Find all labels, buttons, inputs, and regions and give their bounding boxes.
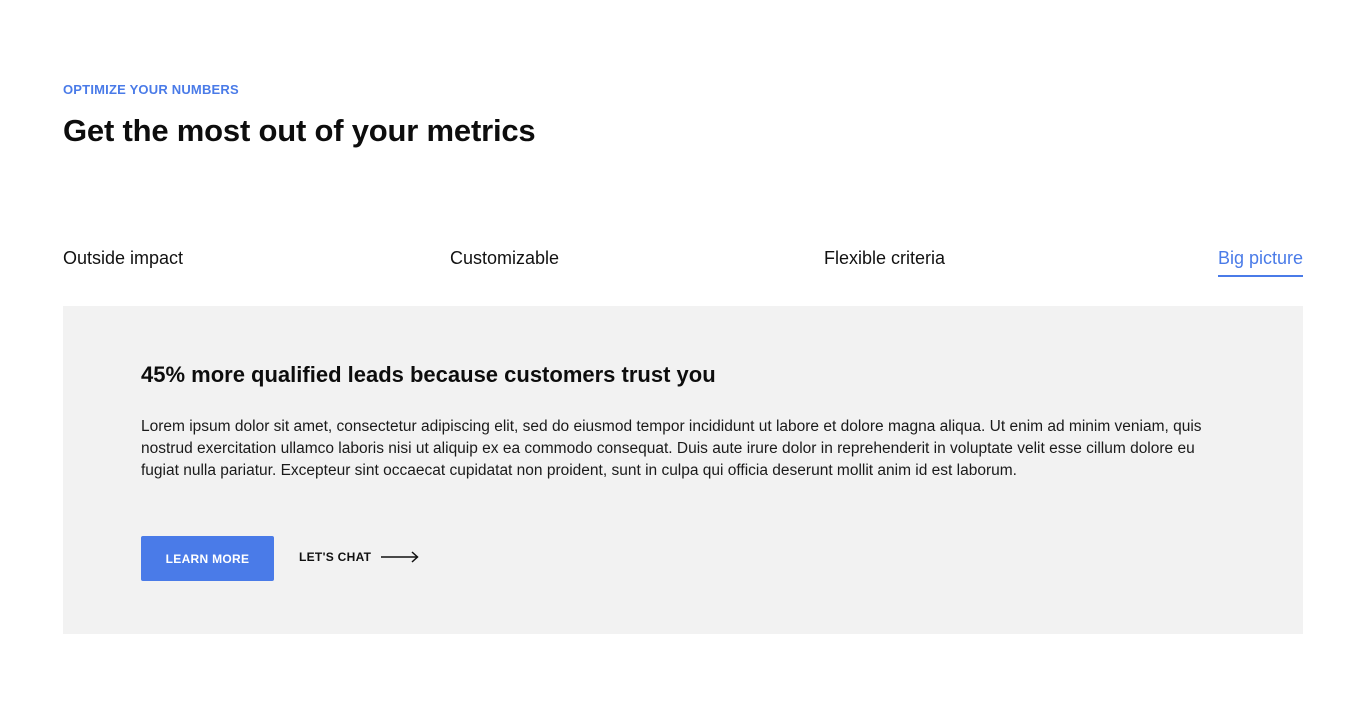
tab-big-picture[interactable]: Big picture [1217,248,1303,277]
feature-tabs: Outside impact Customizable Flexible cri… [63,248,1303,282]
lets-chat-link[interactable]: LET'S CHAT [299,550,419,564]
learn-more-button[interactable]: LEARN MORE [141,536,274,581]
tab-customizable[interactable]: Customizable [450,248,559,275]
panel-description: Lorem ipsum dolor sit amet, consectetur … [141,418,1202,479]
tab-flexible-criteria[interactable]: Flexible criteria [824,248,945,275]
tab-outside-impact[interactable]: Outside impact [63,248,183,275]
page: OPTIMIZE YOUR NUMBERS Get the most out o… [0,0,1348,714]
panel-title: 45% more qualified leads because custome… [141,362,716,387]
lets-chat-label: LET'S CHAT [299,550,372,564]
section-eyebrow: OPTIMIZE YOUR NUMBERS [63,82,239,97]
page-title: Get the most out of your metrics [63,113,536,148]
tab-content-panel: 45% more qualified leads because custome… [63,306,1303,634]
arrow-right-icon [381,551,419,563]
